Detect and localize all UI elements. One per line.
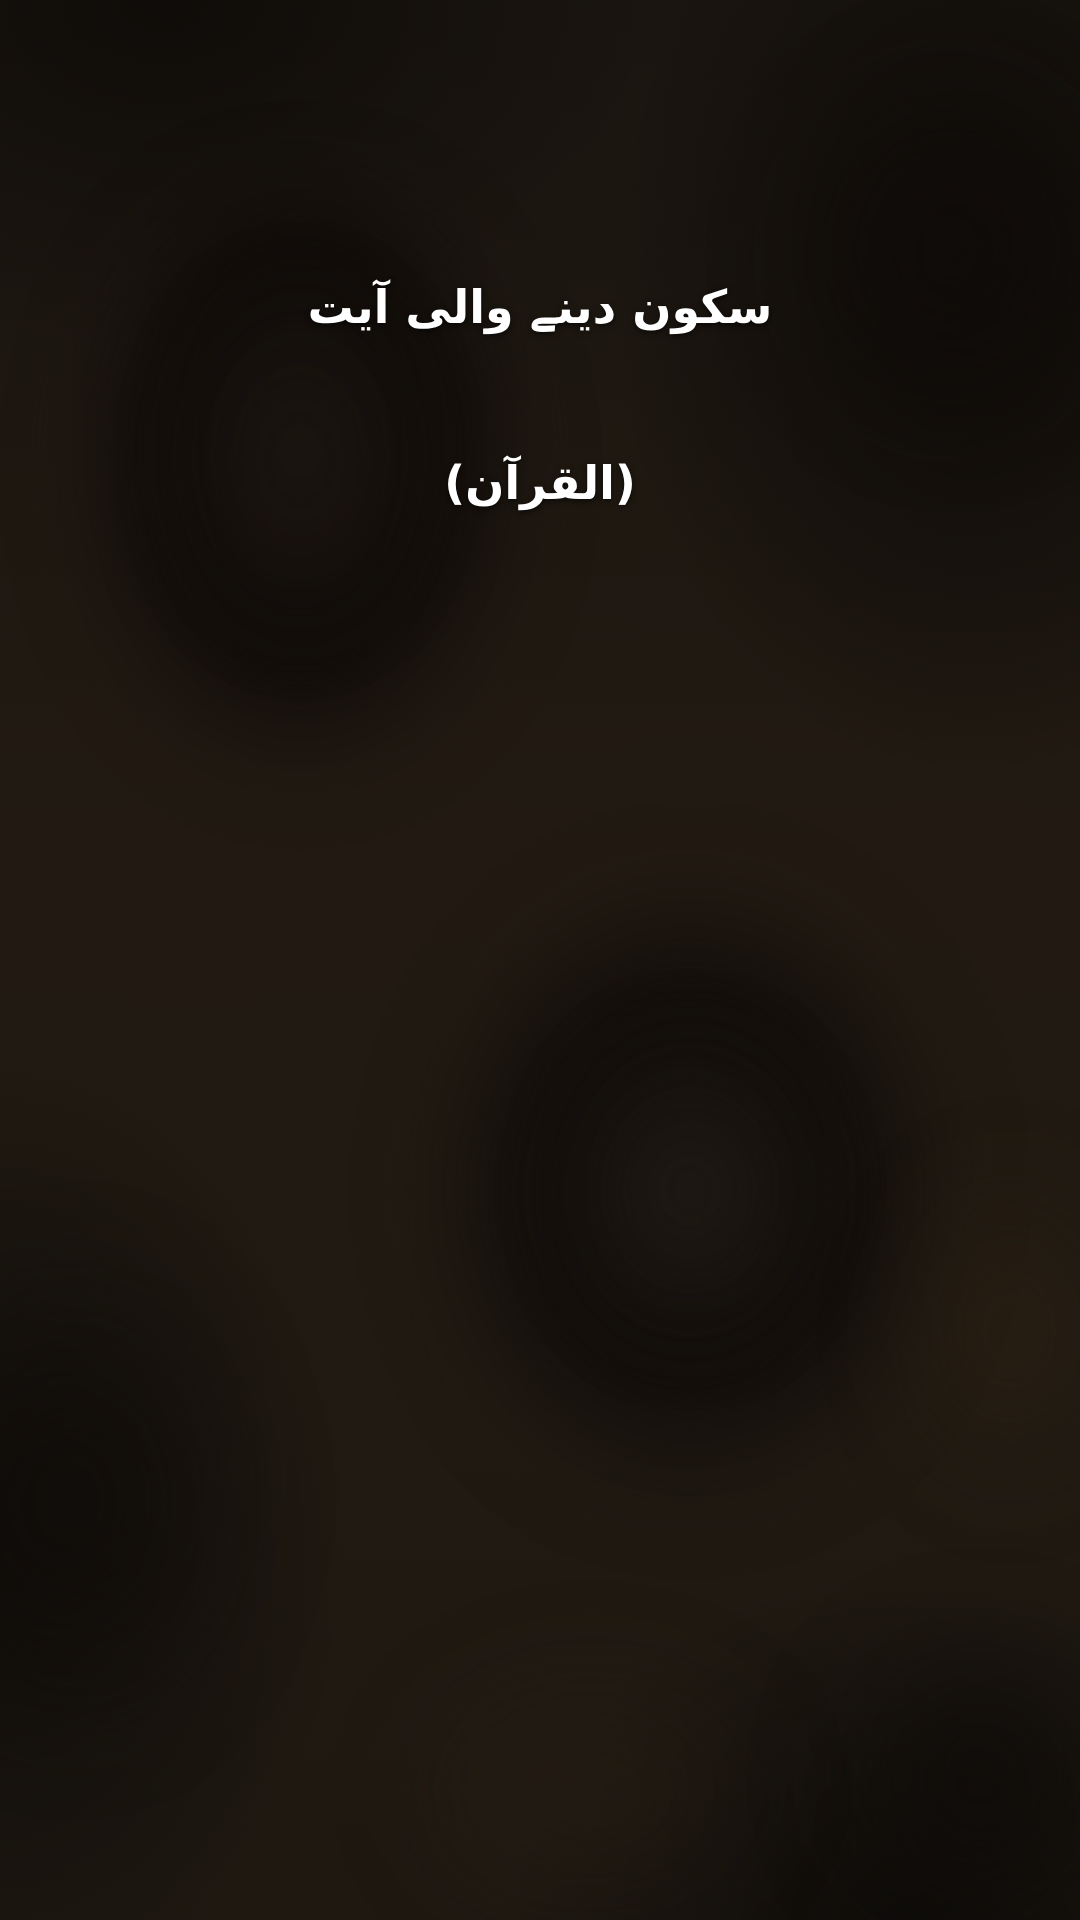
background-blur-shape [820,1620,1080,1920]
background-blur-shape [780,60,1080,440]
background-blur-shape [380,1640,800,1920]
background-blur-shape [560,1030,820,1350]
background-blur-shape [0,1250,260,1750]
caption-title: سکون دینے والی آیت [307,280,773,334]
caption-source: (القرآن) [444,456,636,510]
